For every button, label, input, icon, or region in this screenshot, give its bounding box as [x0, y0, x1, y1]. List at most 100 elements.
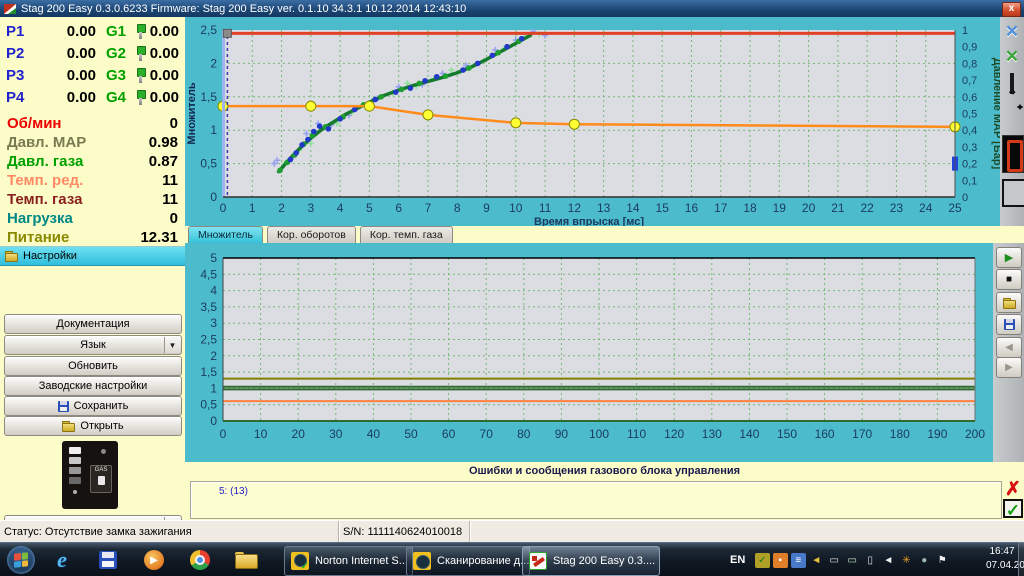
open-record-button[interactable] [996, 292, 1022, 313]
prev-button[interactable]: ◀ [996, 337, 1022, 358]
multiplier-chart[interactable]: 0123456789101112131415161718192021222324… [185, 17, 1000, 226]
factory-settings-button[interactable]: Заводские настройки [4, 376, 182, 396]
param-value: 12.31 [140, 229, 178, 246]
system-tray: EN ✓▪≡◄▭▭▯◄✳●⚑ [730, 543, 951, 576]
errors-message-box[interactable]: 5: (13) [190, 481, 1002, 519]
show-desktop-button[interactable] [1018, 542, 1024, 576]
close-button[interactable]: x [1002, 2, 1021, 17]
media-player-icon[interactable]: ▶ [142, 548, 166, 572]
svg-text:4: 4 [210, 284, 217, 298]
language-indicator[interactable]: EN [730, 554, 745, 566]
taskbar-clock[interactable]: 16:47 07.04.2015 [986, 545, 1018, 573]
chrome-icon[interactable] [188, 548, 212, 572]
param-value: 0 [170, 115, 178, 132]
documentation-button[interactable]: Документация [4, 314, 182, 334]
tab-rpm-correction[interactable]: Кор. оборотов [267, 226, 356, 243]
oscilloscope-chart[interactable]: 0102030405060708090100110120130140150160… [185, 243, 993, 462]
svg-text:4: 4 [337, 201, 344, 215]
task-scan[interactable]: Сканирование д... [406, 546, 530, 576]
gas-injector-value: 0.00 [145, 45, 179, 62]
remove-device-tray-icon[interactable]: ● [917, 553, 932, 568]
backup-program-icon[interactable] [96, 548, 120, 572]
injector-icon [136, 68, 145, 83]
tab-gas-temp-correction[interactable]: Кор. темп. газа [360, 226, 453, 243]
petrol-injector-label: P2 [6, 45, 34, 62]
chevron-down-icon[interactable]: ▼ [164, 337, 180, 353]
injector-row: P4 0.00 G4 0.00 [0, 86, 185, 108]
petrol-injector-value: 0.00 [34, 23, 96, 40]
param-row-gas-pressure: Давл. газа 0.87 [0, 152, 185, 171]
action-center-tray-icon[interactable]: ⚑ [935, 553, 950, 568]
errors-header-label: Ошибки и сообщения газового блока управл… [469, 465, 740, 477]
volume-tray-icon[interactable]: ◄ [881, 553, 896, 568]
svg-text:20: 20 [802, 201, 816, 215]
norton-icon [291, 552, 309, 570]
confirm-errors-icon[interactable]: ✓ [1003, 499, 1023, 518]
svg-text:0: 0 [962, 192, 968, 204]
play-button[interactable]: ▶ [996, 247, 1022, 268]
page-rotate-icon[interactable] [1002, 75, 1022, 95]
svg-text:160: 160 [815, 427, 835, 441]
settings-section-header[interactable]: Настройки [0, 246, 189, 266]
svg-text:17: 17 [714, 201, 728, 215]
language-button[interactable]: Язык ▼ [4, 335, 182, 355]
empty-indicator-icon[interactable] [1002, 179, 1024, 207]
folder-icon [5, 251, 18, 261]
network-tray-icon[interactable]: ▭ [845, 553, 860, 568]
save-icon [58, 401, 69, 412]
open-button-label: Открыть [80, 420, 123, 432]
save-button[interactable]: Сохранить [4, 396, 182, 416]
app-orange-tray-icon[interactable]: ▪ [773, 553, 788, 568]
tray-icons: ✓▪≡◄▭▭▯◄✳●⚑ [753, 553, 951, 568]
volume-gold-tray-icon[interactable]: ◄ [809, 553, 824, 568]
svg-text:40: 40 [367, 427, 381, 441]
display-tray-icon[interactable]: ▭ [827, 553, 842, 568]
tab-multiplier[interactable]: Множитель [188, 226, 263, 243]
svg-text:0,5: 0,5 [962, 109, 977, 121]
updates-tray-icon[interactable]: ✳ [899, 553, 914, 568]
save-record-button[interactable] [996, 314, 1022, 335]
start-button[interactable] [7, 546, 35, 574]
battery-tray-icon[interactable]: ▯ [863, 553, 878, 568]
clear-errors-icon[interactable]: ✗ [1003, 480, 1023, 499]
svg-text:12: 12 [568, 201, 582, 215]
svg-text:2: 2 [210, 349, 217, 363]
documentation-button-label: Документация [56, 318, 129, 330]
param-row-load: Нагрузка 0 [0, 209, 185, 228]
param-label: Давл. MAP [7, 134, 149, 151]
scheduler-tray-icon[interactable]: ✓ [755, 553, 770, 568]
stop-button[interactable]: ■ [996, 269, 1022, 290]
internet-explorer-icon[interactable]: e [50, 548, 74, 572]
svg-text:2: 2 [210, 56, 217, 70]
svg-text:2,5: 2,5 [200, 333, 217, 347]
injector-row: P2 0.00 G2 0.00 [0, 42, 185, 64]
update-button[interactable]: Обновить [4, 356, 182, 376]
language-app-tray-icon[interactable]: ≡ [791, 553, 806, 568]
task-stag[interactable]: Stag 200 Easy 0.3.... [522, 546, 660, 576]
next-button[interactable]: ▶ [996, 357, 1022, 378]
svg-text:5: 5 [210, 251, 217, 265]
title-bar[interactable]: Stag 200 Easy 0.3.0.6233 Firmware: Stag … [0, 0, 1024, 17]
gas-switch-image: GAS [62, 441, 118, 509]
petrol-injector-label: P4 [6, 89, 34, 106]
petrol-injector-label: P1 [6, 23, 34, 40]
seven-segment-display-icon[interactable] [1002, 135, 1024, 173]
svg-text:24: 24 [919, 201, 933, 215]
clear-green-points-icon[interactable]: ✕ [1002, 47, 1022, 67]
svg-text:18: 18 [743, 201, 757, 215]
svg-text:7: 7 [425, 201, 432, 215]
gas-injector-value: 0.00 [145, 23, 179, 40]
open-button[interactable]: Открыть [4, 416, 182, 436]
fit-scale-icon[interactable] [1002, 107, 1022, 127]
svg-text:70: 70 [480, 427, 494, 441]
task-norton[interactable]: Norton Internet S... [284, 546, 413, 576]
file-explorer-icon[interactable] [234, 548, 258, 572]
svg-text:0: 0 [220, 201, 227, 215]
svg-text:110: 110 [627, 427, 646, 441]
clock-time: 16:47 [986, 545, 1018, 559]
svg-text:0,7: 0,7 [962, 75, 977, 87]
svg-text:5: 5 [366, 201, 373, 215]
svg-text:0,2: 0,2 [962, 159, 977, 171]
clear-blue-points-icon[interactable]: ✕ [1002, 22, 1022, 42]
svg-text:180: 180 [890, 427, 910, 441]
